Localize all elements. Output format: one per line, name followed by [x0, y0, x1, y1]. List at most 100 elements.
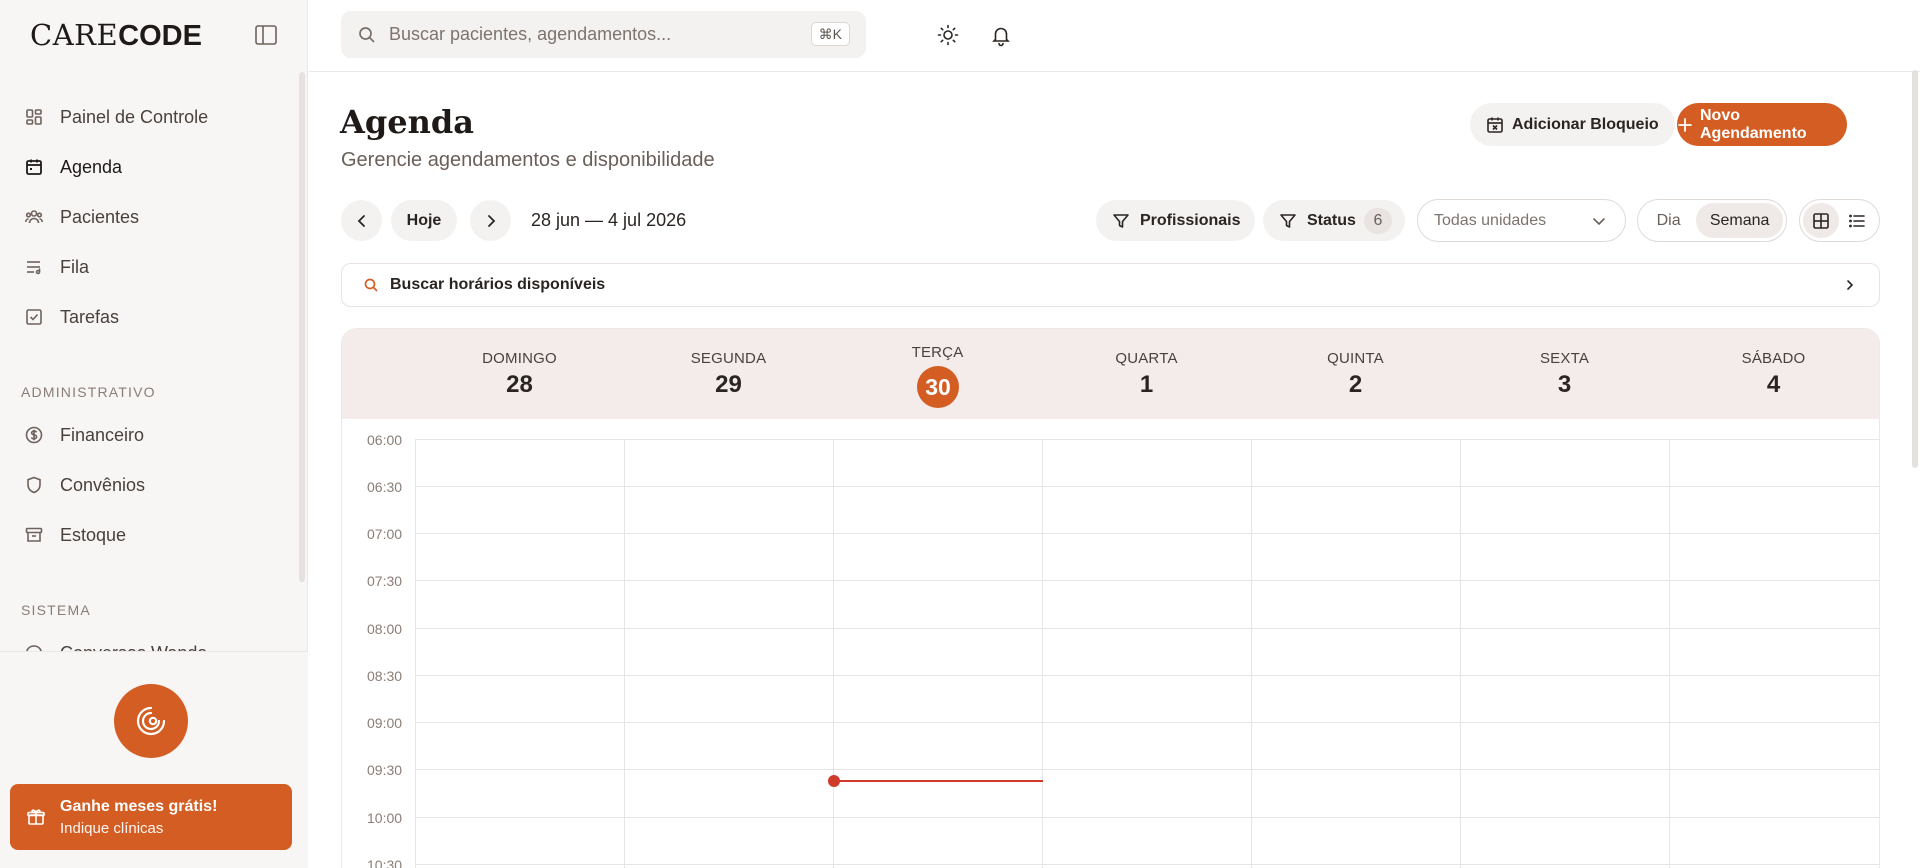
sidebar-item-label: Pacientes: [60, 206, 140, 227]
day-number: 2: [1348, 371, 1363, 398]
units-select[interactable]: Todas unidades: [1417, 199, 1626, 242]
time-label: 07:30: [367, 573, 403, 589]
archive-icon: [24, 525, 44, 545]
shield-icon: [24, 475, 44, 495]
grid-hline: [415, 722, 1879, 723]
professionals-filter-button[interactable]: Profissionais: [1096, 200, 1256, 241]
chevron-right-icon: [1843, 278, 1857, 292]
day-header-thursday[interactable]: QUINTA 2: [1251, 329, 1460, 419]
view-range-toggle: Dia Semana: [1637, 199, 1787, 242]
day-name: SEXTA: [1539, 350, 1590, 367]
time-label: 09:30: [367, 762, 403, 778]
grid-vline: [624, 439, 625, 868]
grid-vline: [1879, 439, 1880, 868]
day-header-tuesday[interactable]: TERÇA 30: [833, 329, 1042, 419]
grid-vline: [833, 439, 834, 868]
time-label: 06:00: [367, 432, 403, 448]
section-sistema: SISTEMA: [21, 602, 91, 618]
time-label: 10:00: [367, 810, 403, 826]
bell-icon[interactable]: [989, 23, 1013, 47]
filter-icon: [1279, 212, 1297, 230]
next-week-button[interactable]: [470, 200, 511, 241]
grid-hline: [415, 769, 1879, 770]
sidebar-scrollbar[interactable]: [299, 72, 305, 582]
day-header-saturday[interactable]: SÁBADO 4: [1669, 329, 1878, 419]
view-day-option[interactable]: Dia: [1641, 203, 1696, 238]
sidebar-item-label: Fila: [60, 256, 90, 277]
sidebar-item-tarefas[interactable]: Tarefas: [0, 292, 300, 342]
day-header-friday[interactable]: SEXTA 3: [1460, 329, 1669, 419]
grid-hline: [415, 580, 1879, 581]
day-number: 29: [715, 371, 742, 398]
day-name: QUARTA: [1115, 350, 1178, 367]
main-content: Agenda Gerencie agendamentos e disponibi…: [309, 73, 1920, 868]
previous-week-button[interactable]: [341, 200, 382, 241]
day-number: 3: [1557, 371, 1572, 398]
day-number: 28: [506, 371, 533, 398]
time-grid[interactable]: 06:00 06:30 07:00 07:30 08:00 08:30 09:0…: [342, 419, 1880, 868]
date-range: 28 jun — 4 jul 2026: [531, 210, 687, 230]
topbar: ⌘K: [309, 0, 1920, 72]
chevron-left-icon: [354, 213, 370, 229]
sidebar-item-financeiro[interactable]: Financeiro: [0, 410, 300, 460]
available-slots-label: Buscar horários disponíveis: [390, 276, 606, 293]
sidebar-item-fila[interactable]: Fila: [0, 242, 300, 292]
day-name: TERÇA: [911, 344, 964, 361]
view-week-option[interactable]: Semana: [1696, 203, 1783, 238]
sidebar-item-pacientes[interactable]: Pacientes: [0, 192, 300, 242]
search-icon: [357, 25, 377, 45]
sidebar: CARECODE Painel de Controle Agenda Pacie…: [0, 0, 308, 868]
day-header-sunday[interactable]: DOMINGO 28: [415, 329, 624, 419]
grid-hline: [415, 628, 1879, 629]
day-header-monday[interactable]: SEGUNDA 29: [624, 329, 833, 419]
wanda-assistant-button[interactable]: [114, 684, 188, 758]
sidebar-nav: Painel de Controle Agenda Pacientes Fila…: [0, 92, 300, 652]
day-number: 1: [1139, 371, 1154, 398]
main-scrollbar[interactable]: [1912, 70, 1918, 468]
sidebar-footer: Ganhe meses grátis! Indique clínicas: [0, 651, 308, 868]
users-icon: [24, 207, 44, 227]
sidebar-toggle-icon[interactable]: [254, 24, 278, 46]
sidebar-item-label: Painel de Controle: [60, 106, 209, 127]
referral-promo-banner[interactable]: Ganhe meses grátis! Indique clínicas: [10, 784, 292, 850]
plus-icon: [1677, 117, 1693, 133]
sidebar-item-painel[interactable]: Painel de Controle: [0, 92, 300, 142]
brand-part-code: CODE: [118, 20, 202, 52]
layout-toggle: [1799, 199, 1880, 242]
sidebar-item-convenios[interactable]: Convênios: [0, 460, 300, 510]
grid-hline: [415, 675, 1879, 676]
queue-icon: [24, 257, 44, 277]
time-label: 09:00: [367, 715, 403, 731]
new-appointment-button[interactable]: Novo Agendamento: [1677, 103, 1847, 146]
time-label: 10:30: [367, 857, 403, 868]
checkbox-icon: [24, 307, 44, 327]
calendar-x-icon: [1485, 115, 1505, 135]
today-button[interactable]: Hoje: [391, 200, 457, 241]
page-subtitle: Gerencie agendamentos e disponibilidade: [341, 149, 715, 171]
spiral-logo-icon: [133, 703, 169, 739]
sidebar-item-estoque[interactable]: Estoque: [0, 510, 300, 560]
global-search[interactable]: ⌘K: [341, 11, 866, 58]
day-header-wednesday[interactable]: QUARTA 1: [1042, 329, 1251, 419]
sun-icon[interactable]: [936, 23, 960, 47]
grid-hline: [415, 533, 1879, 534]
sidebar-item-label: Agenda: [60, 156, 123, 177]
list-view-button[interactable]: [1839, 203, 1875, 238]
search-available-slots[interactable]: Buscar horários disponíveis: [341, 263, 1880, 307]
brand-logo[interactable]: CARECODE: [30, 18, 202, 53]
add-block-button[interactable]: Adicionar Bloqueio: [1470, 103, 1675, 146]
promo-subtitle: Indique clínicas: [60, 820, 164, 837]
status-filter-button[interactable]: Status 6: [1263, 200, 1405, 241]
calendar-header: DOMINGO 28 SEGUNDA 29 TERÇA 30 QUARTA 1 …: [342, 329, 1879, 419]
search-icon: [363, 277, 379, 293]
grid-view-button[interactable]: [1803, 203, 1839, 238]
time-label: 07:00: [367, 526, 403, 542]
promo-title: Ganhe meses grátis!: [60, 798, 218, 815]
sidebar-item-conversas-wanda[interactable]: Conversas Wanda: [0, 628, 300, 652]
add-block-label: Adicionar Bloqueio: [1512, 115, 1659, 133]
filter-icon: [1112, 212, 1130, 230]
chevron-right-icon: [483, 213, 499, 229]
search-input[interactable]: [389, 24, 789, 45]
grid-vline: [1251, 439, 1252, 868]
sidebar-item-agenda[interactable]: Agenda: [0, 142, 300, 192]
